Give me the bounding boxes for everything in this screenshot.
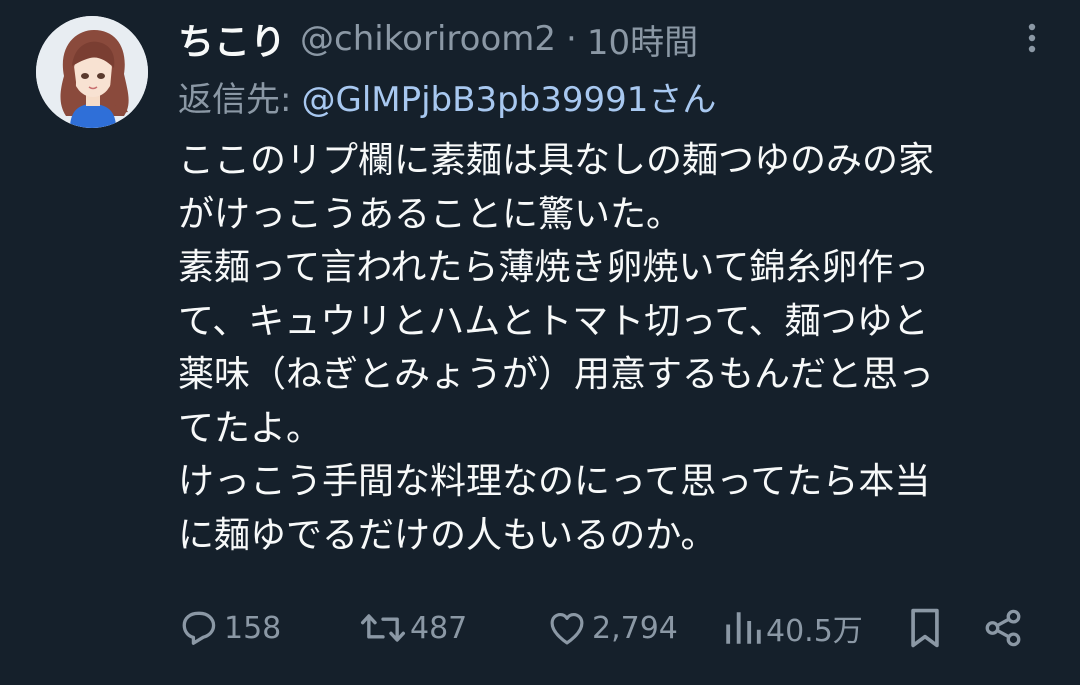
user-handle[interactable]: @chikoriroom2 xyxy=(300,19,556,59)
share-button[interactable] xyxy=(982,604,1024,652)
repost-icon xyxy=(360,614,406,642)
tweet-text-line: 素麺って言われたら薄焼き卵焼いて錦糸卵作っ xyxy=(178,247,930,288)
like-count: 2,794 xyxy=(592,610,678,646)
like-button[interactable]: 2,794 xyxy=(546,604,678,652)
tweet-header: ちこり @chikoriroom2 · 10時間 xyxy=(178,14,698,64)
tweet-text-line: ここのリプ欄に素麺は具なしの麺つゆのみの家 xyxy=(178,140,935,181)
share-icon xyxy=(985,609,1021,647)
tweet-text-line: 薬味（ねぎとみょうが）用意するもんだと思っ xyxy=(178,354,935,395)
timestamp[interactable]: 10時間 xyxy=(587,15,698,64)
repost-button[interactable]: 487 xyxy=(360,604,467,652)
avatar-illustration xyxy=(36,16,148,128)
avatar[interactable] xyxy=(36,16,148,128)
reply-count: 158 xyxy=(224,610,282,646)
separator-dot: · xyxy=(566,19,577,59)
tweet-text-line: に麺ゆでるだけの人もいるのか。 xyxy=(178,514,717,556)
tweet-text-line: てたよ。 xyxy=(178,407,323,449)
tweet-text-line: がけっこうあることに驚いた。 xyxy=(178,193,683,235)
tweet-text-line: て、キュウリとハムとトマト切って、麺つゆと xyxy=(178,300,929,342)
reply-context: 返信先: @GlMPjbB3pb39991さん xyxy=(178,72,716,120)
views-chart-icon xyxy=(726,612,761,644)
bookmark-button[interactable] xyxy=(906,604,944,652)
display-name[interactable]: ちこり xyxy=(178,13,286,65)
bookmark-icon xyxy=(911,608,939,648)
tweet-text: ここのリプ欄に素麺は具なしの麺つゆのみの家 がけっこうあることに驚いた。 素麺っ… xyxy=(178,134,1038,562)
heart-icon xyxy=(550,612,584,645)
more-vertical-icon[interactable] xyxy=(1022,18,1042,58)
reply-icon xyxy=(182,611,216,645)
views-button[interactable]: 40.5万 xyxy=(722,604,863,652)
view-count: 40.5万 xyxy=(766,614,863,649)
reply-label: 返信先: xyxy=(178,79,292,120)
action-bar: 158 487 2,794 40.5万 xyxy=(176,604,1036,652)
repost-count: 487 xyxy=(410,610,468,646)
reply-target-link[interactable]: @GlMPjbB3pb39991さん xyxy=(301,72,716,121)
reply-button[interactable]: 158 xyxy=(176,604,281,652)
tweet-text-line: けっこう手間な料理なのにって思ってたら本当 xyxy=(178,461,931,502)
